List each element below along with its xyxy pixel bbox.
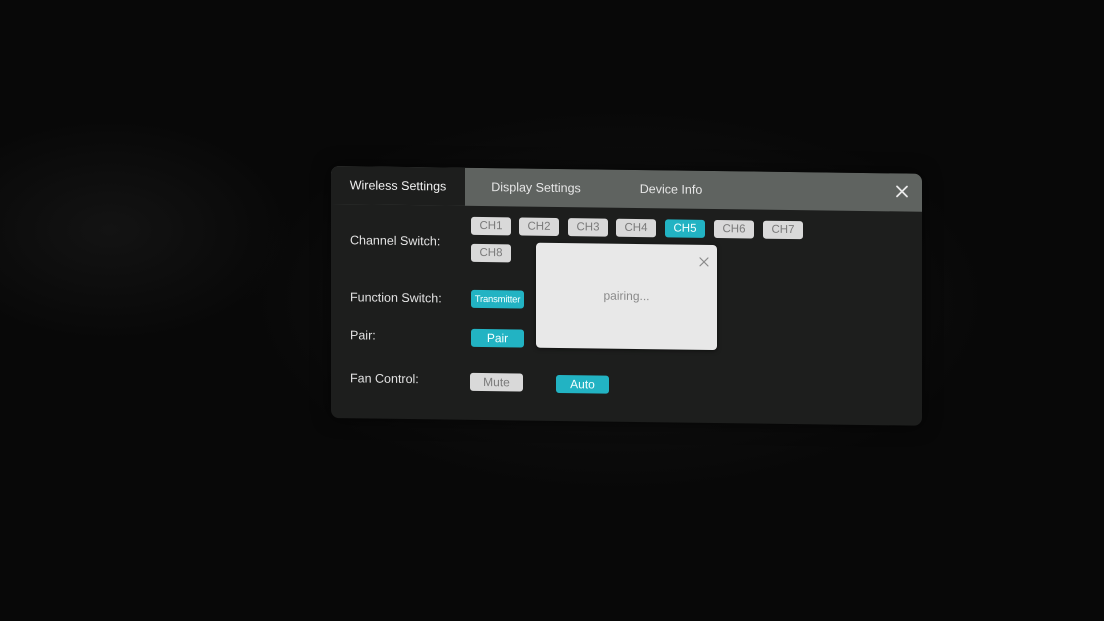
function-switch-label: Function Switch: bbox=[350, 290, 442, 306]
tab-wireless-settings[interactable]: Wireless Settings bbox=[331, 166, 465, 206]
function-switch-transmitter-button[interactable]: Transmitter bbox=[471, 289, 524, 309]
fan-control-label: Fan Control: bbox=[350, 371, 419, 387]
tab-device-info[interactable]: Device Info bbox=[621, 170, 721, 209]
channel-button-ch4[interactable]: CH4 bbox=[616, 218, 656, 238]
settings-dialog: Wireless Settings Display Settings Devic… bbox=[331, 166, 922, 426]
pairing-status-text: pairing... bbox=[603, 288, 650, 304]
channel-button-ch6[interactable]: CH6 bbox=[714, 220, 754, 239]
close-icon[interactable] bbox=[894, 183, 910, 199]
channel-switch-label: Channel Switch: bbox=[350, 233, 441, 249]
fan-auto-button[interactable]: Auto bbox=[556, 374, 609, 394]
channel-button-ch2[interactable]: CH2 bbox=[519, 217, 559, 236]
tab-bar: Wireless Settings Display Settings Devic… bbox=[331, 166, 922, 212]
fan-mute-button[interactable]: Mute bbox=[470, 372, 523, 392]
channel-button-ch3[interactable]: CH3 bbox=[568, 218, 608, 237]
channel-button-ch5[interactable]: CH5 bbox=[665, 219, 705, 238]
pairing-modal: pairing... bbox=[536, 242, 717, 351]
pair-label: Pair: bbox=[350, 328, 376, 343]
channel-button-ch1[interactable]: CH1 bbox=[471, 216, 511, 236]
channel-button-ch7[interactable]: CH7 bbox=[763, 220, 803, 240]
channel-button-ch8[interactable]: CH8 bbox=[471, 243, 511, 263]
modal-close-icon[interactable] bbox=[699, 254, 709, 267]
pair-button[interactable]: Pair bbox=[471, 328, 524, 348]
tab-display-settings[interactable]: Display Settings bbox=[471, 168, 601, 208]
